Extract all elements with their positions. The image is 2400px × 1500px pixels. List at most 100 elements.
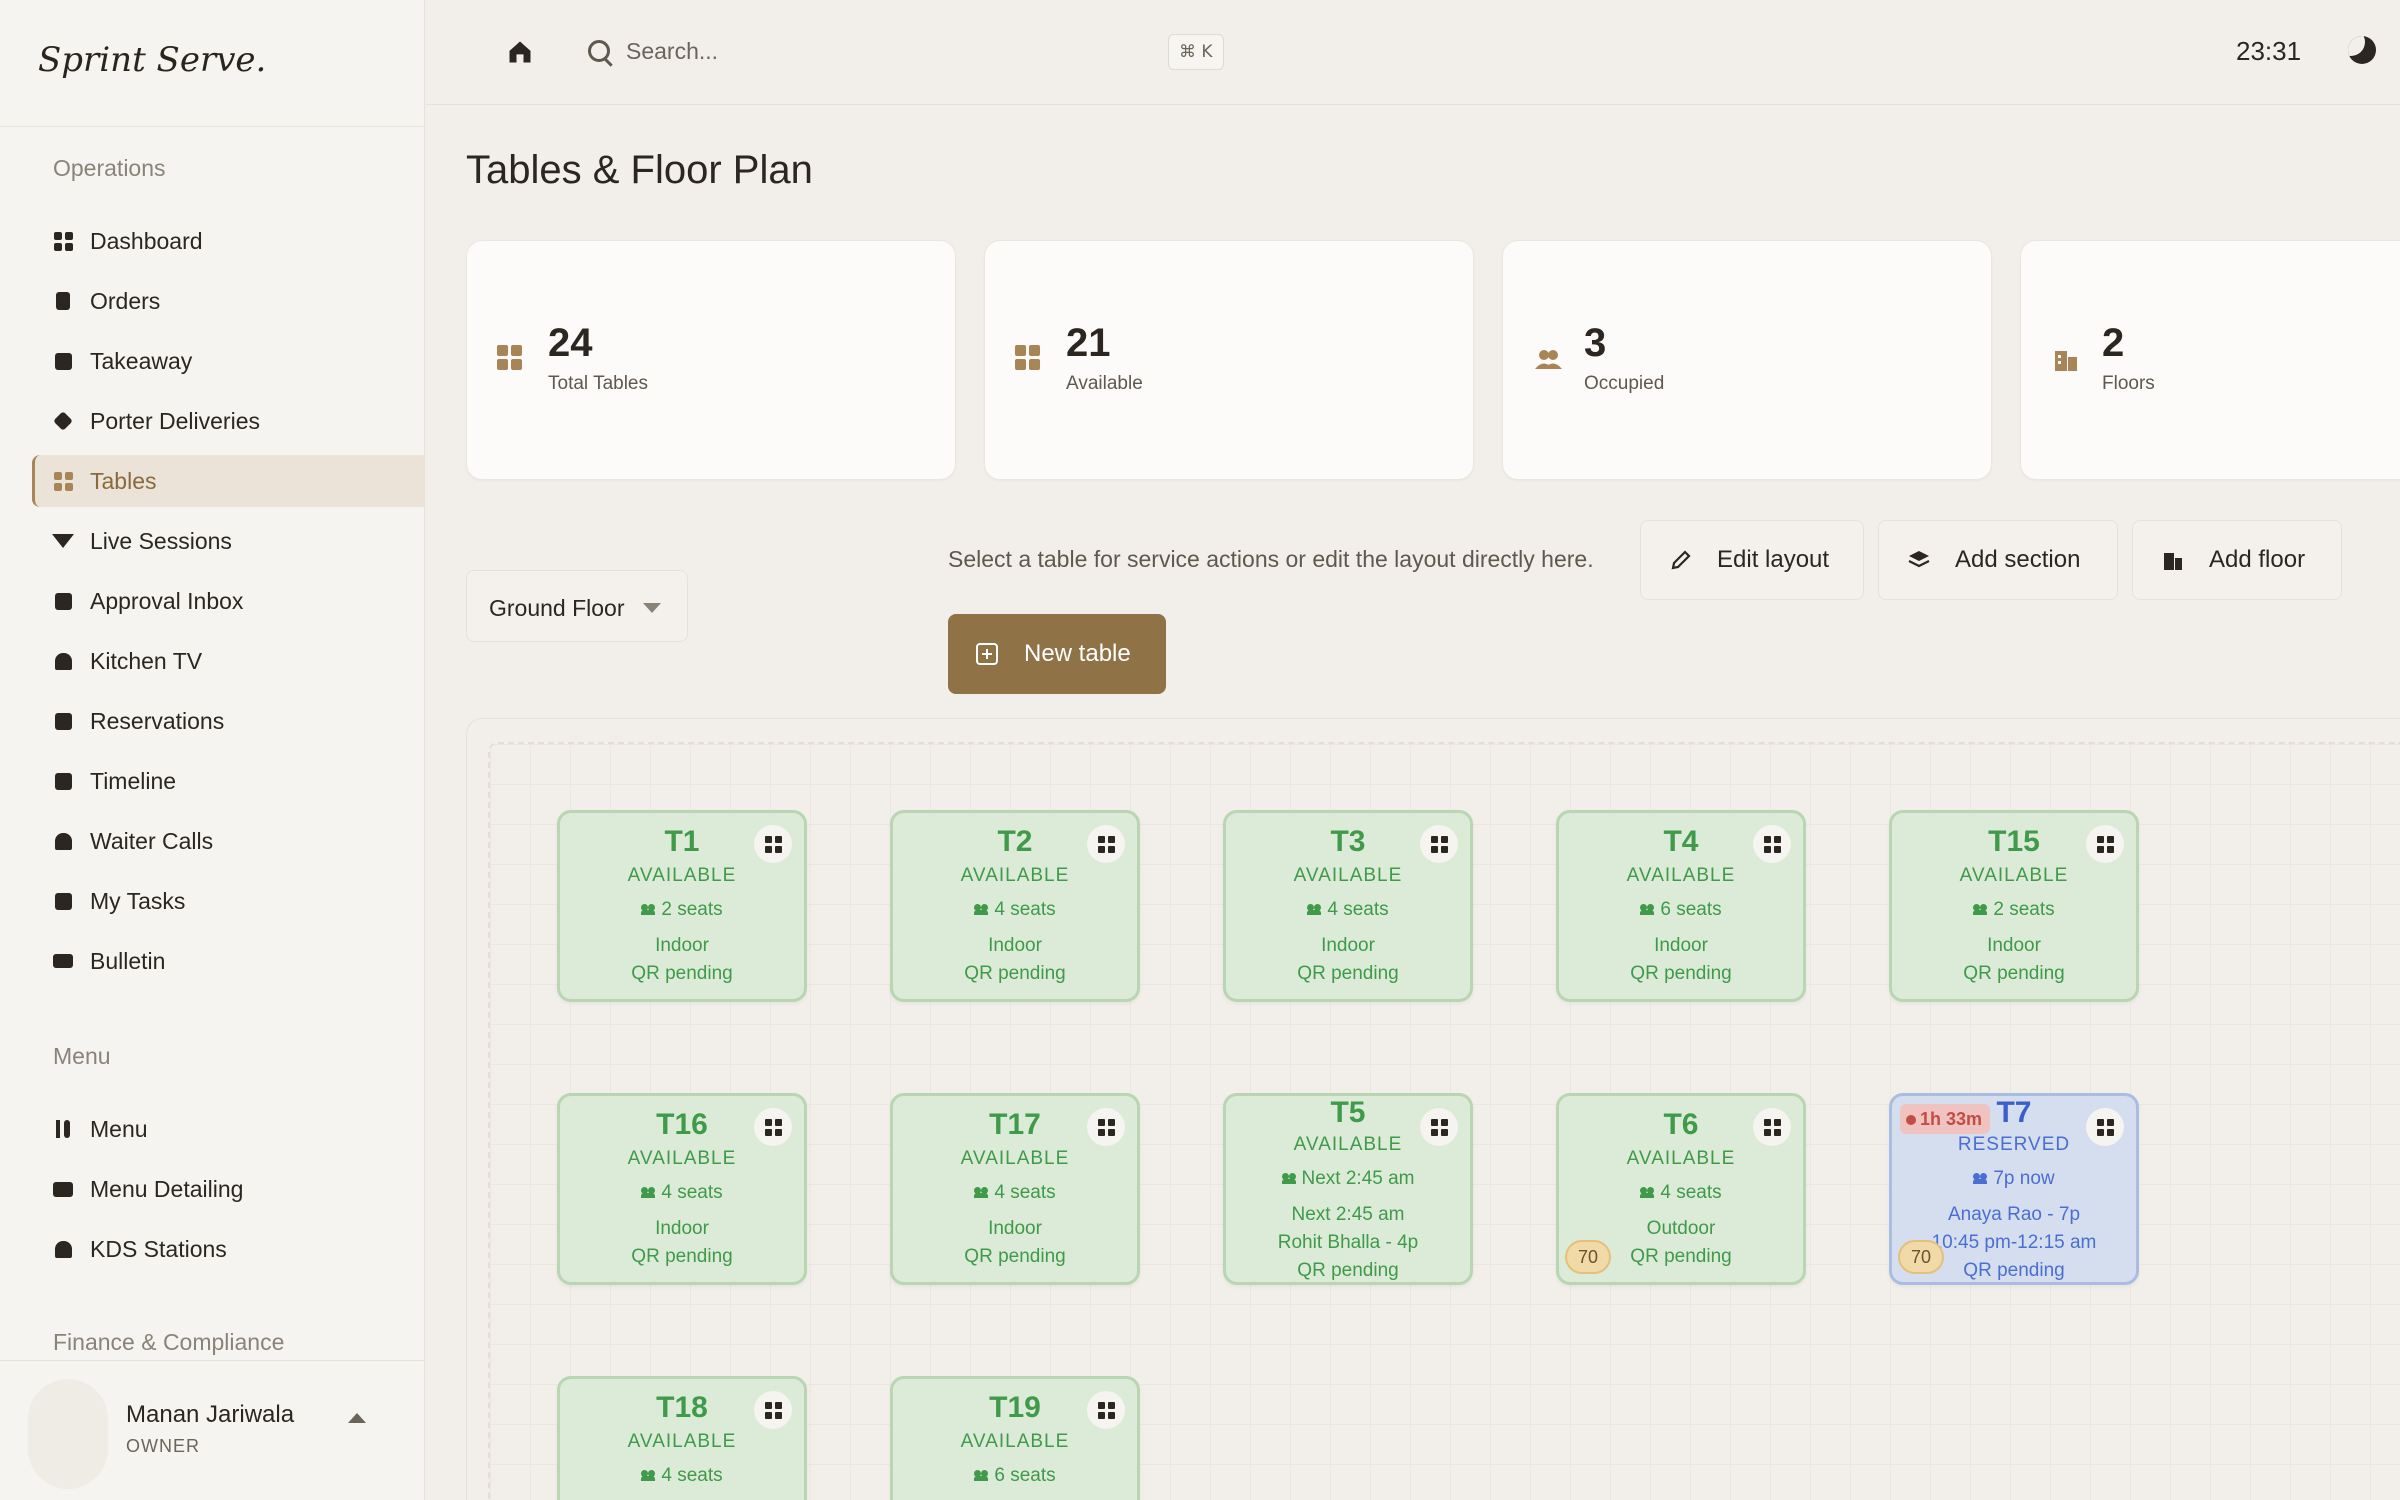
table-card-t3[interactable]: T3 AVAILABLE 4 seats Indoor QR pending bbox=[1223, 810, 1473, 1002]
table-card-t17[interactable]: T17 AVAILABLE 4 seats Indoor QR pending bbox=[890, 1093, 1140, 1285]
users-icon bbox=[641, 1470, 656, 1482]
sidebar-item-reservations[interactable]: Reservations bbox=[32, 695, 424, 747]
stat-floors: 2 Floors bbox=[2020, 240, 2400, 480]
users-icon bbox=[1973, 1173, 1988, 1185]
section-finance: Finance & Compliance bbox=[53, 1329, 285, 1355]
users-icon bbox=[974, 1470, 989, 1482]
chevron-up-icon[interactable] bbox=[348, 1413, 366, 1423]
chef-hat-icon bbox=[52, 650, 74, 672]
table-card-t7[interactable]: T7 1h 33m RESERVED 7p now Anaya Rao - 7p… bbox=[1889, 1093, 2139, 1285]
qr-code-icon[interactable] bbox=[1087, 1391, 1125, 1429]
user-menu[interactable]: Manan Jariwala OWNER bbox=[0, 1360, 424, 1500]
user-role: OWNER bbox=[126, 1436, 200, 1456]
table-card-t4[interactable]: T4 AVAILABLE 6 seats Indoor QR pending bbox=[1556, 810, 1806, 1002]
dashboard-icon bbox=[52, 230, 74, 252]
users-icon bbox=[1535, 350, 1562, 369]
sidebar-item-my-tasks[interactable]: My Tasks bbox=[32, 875, 424, 927]
sidebar-item-waiter-calls[interactable]: Waiter Calls bbox=[32, 815, 424, 867]
sidebar-item-live-sessions[interactable]: Live Sessions bbox=[32, 515, 424, 567]
qr-code-icon[interactable] bbox=[754, 1108, 792, 1146]
checkbox-icon bbox=[52, 890, 74, 912]
users-icon bbox=[1640, 1187, 1655, 1199]
capacity-badge: 70 bbox=[1565, 1240, 1611, 1274]
home-icon[interactable] bbox=[506, 38, 534, 66]
grid-icon bbox=[1015, 345, 1045, 375]
sidebar-item-bulletin[interactable]: Bulletin bbox=[32, 935, 424, 987]
sidebar-item-kds-stations[interactable]: KDS Stations bbox=[32, 1223, 424, 1275]
capacity-badge: 70 bbox=[1898, 1240, 1944, 1274]
sidebar-item-takeaway[interactable]: Takeaway bbox=[32, 335, 424, 387]
utensils-icon bbox=[52, 1118, 74, 1140]
table-card-t6[interactable]: T6 AVAILABLE 4 seats Outdoor QR pending … bbox=[1556, 1093, 1806, 1285]
sidebar-item-orders[interactable]: Orders bbox=[32, 275, 424, 327]
qr-code-icon[interactable] bbox=[1087, 1108, 1125, 1146]
table-card-t15[interactable]: T15 AVAILABLE 2 seats Indoor QR pending bbox=[1889, 810, 2139, 1002]
table-card-t19[interactable]: T19 AVAILABLE 6 seats bbox=[890, 1376, 1140, 1500]
sidebar-item-tables[interactable]: Tables bbox=[32, 455, 424, 507]
tables-icon bbox=[52, 470, 74, 492]
sidebar-item-porter-deliveries[interactable]: Porter Deliveries bbox=[32, 395, 424, 447]
qr-code-icon[interactable] bbox=[754, 825, 792, 863]
qr-code-icon[interactable] bbox=[1753, 1108, 1791, 1146]
layers-icon bbox=[1905, 546, 1933, 574]
building-icon bbox=[2159, 546, 2187, 574]
user-name: Manan Jariwala bbox=[126, 1401, 295, 1428]
box-icon bbox=[52, 410, 74, 432]
table-card-t16[interactable]: T16 AVAILABLE 4 seats Indoor QR pending bbox=[557, 1093, 807, 1285]
sidebar-item-menu-detailing[interactable]: Menu Detailing bbox=[32, 1163, 424, 1215]
section-menu: Menu bbox=[53, 1043, 111, 1069]
pencil-icon bbox=[1667, 546, 1695, 574]
sidebar-item-kitchen-tv[interactable]: Kitchen TV bbox=[32, 635, 424, 687]
book-icon bbox=[52, 1178, 74, 1200]
users-icon bbox=[641, 1187, 656, 1199]
topbar: Search... ⌘ K 23:31 bbox=[426, 0, 2400, 105]
timer-badge: 1h 33m bbox=[1900, 1104, 1991, 1134]
add-floor-button[interactable]: Add floor bbox=[2132, 520, 2342, 600]
table-card-t18[interactable]: T18 AVAILABLE 4 seats bbox=[557, 1376, 807, 1500]
table-card-t2[interactable]: T2 AVAILABLE 4 seats Indoor QR pending bbox=[890, 810, 1140, 1002]
users-icon bbox=[1640, 904, 1655, 916]
search-input[interactable]: Search... bbox=[626, 38, 718, 65]
new-table-button[interactable]: New table bbox=[948, 614, 1166, 694]
chevron-down-icon bbox=[643, 603, 661, 613]
qr-code-icon[interactable] bbox=[1420, 825, 1458, 863]
sidebar-item-dashboard[interactable]: Dashboard bbox=[32, 215, 424, 267]
qr-code-icon[interactable] bbox=[1087, 825, 1125, 863]
sidebar: Sprint Serve. Operations Dashboard Order… bbox=[0, 0, 425, 1500]
section-operations: Operations bbox=[53, 155, 166, 181]
qr-code-icon[interactable] bbox=[754, 1391, 792, 1429]
clock: 23:31 bbox=[2236, 36, 2302, 66]
users-icon bbox=[1973, 904, 1988, 916]
takeaway-icon bbox=[52, 350, 74, 372]
search-icon bbox=[588, 40, 610, 62]
stat-occupied: 3 Occupied bbox=[1502, 240, 1992, 480]
grid-icon bbox=[497, 345, 527, 375]
stat-total-tables: 24 Total Tables bbox=[466, 240, 956, 480]
floor-select[interactable]: Ground Floor bbox=[466, 570, 688, 642]
moon-icon[interactable] bbox=[2348, 36, 2376, 64]
users-icon bbox=[1281, 1173, 1296, 1185]
page-title: Tables & Floor Plan bbox=[466, 148, 813, 192]
search-shortcut: ⌘ K bbox=[1168, 34, 1224, 70]
bell-icon bbox=[52, 830, 74, 852]
table-card-t1[interactable]: T1 AVAILABLE 2 seats Indoor QR pending bbox=[557, 810, 807, 1002]
add-section-button[interactable]: Add section bbox=[1878, 520, 2118, 600]
table-card-t5[interactable]: T5 AVAILABLE Next 2:45 am Next 2:45 am R… bbox=[1223, 1093, 1473, 1285]
sidebar-item-menu[interactable]: Menu bbox=[32, 1103, 424, 1155]
chef-hat-icon bbox=[52, 1238, 74, 1260]
calendar-icon bbox=[52, 770, 74, 792]
alert-dot-icon bbox=[1906, 1115, 1916, 1125]
newspaper-icon bbox=[52, 950, 74, 972]
edit-layout-button[interactable]: Edit layout bbox=[1640, 520, 1864, 600]
calendar-icon bbox=[52, 710, 74, 732]
wifi-icon bbox=[52, 530, 74, 552]
qr-code-icon[interactable] bbox=[2086, 825, 2124, 863]
plus-icon bbox=[976, 643, 998, 665]
qr-code-icon[interactable] bbox=[1753, 825, 1791, 863]
sidebar-item-timeline[interactable]: Timeline bbox=[32, 755, 424, 807]
sidebar-item-approval-inbox[interactable]: Approval Inbox bbox=[32, 575, 424, 627]
building-icon bbox=[2055, 351, 2077, 371]
brand-logo[interactable]: Sprint Serve. bbox=[0, 0, 424, 127]
inbox-icon bbox=[52, 590, 74, 612]
layout-hint: Select a table for service actions or ed… bbox=[948, 546, 1594, 572]
